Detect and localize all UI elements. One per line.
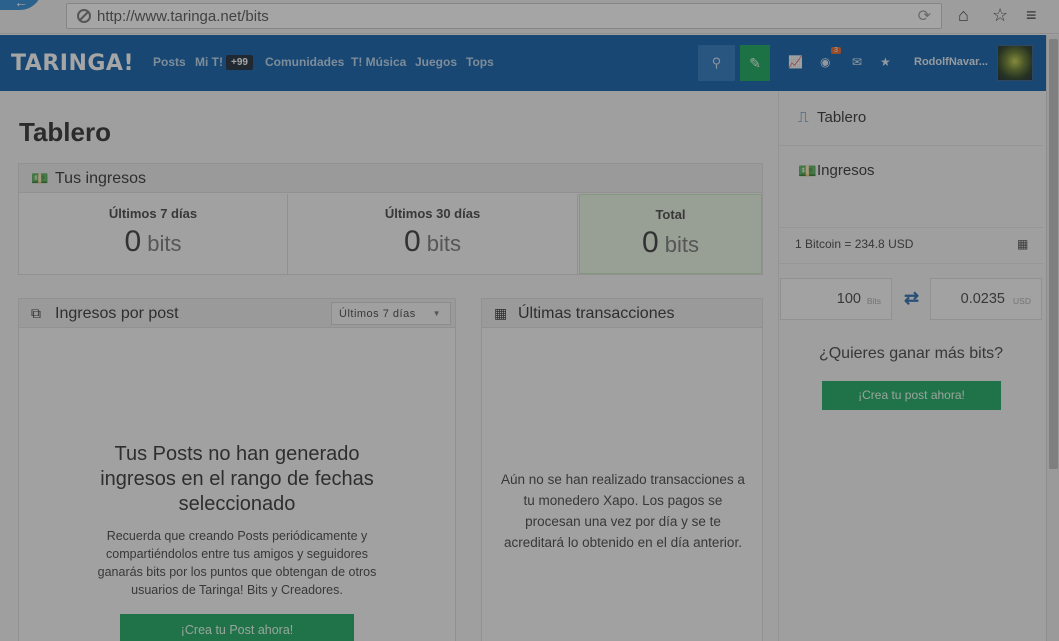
empty-state-title: Tus Posts no han generado ingresos en el… bbox=[100, 443, 374, 515]
range-select-value: Últimos 7 días bbox=[339, 308, 416, 320]
range-select[interactable]: Últimos 7 días ▼ bbox=[331, 302, 451, 325]
swap-icon[interactable]: ⇄ bbox=[904, 288, 919, 309]
earnings-label: Últimos 7 días bbox=[108, 206, 198, 221]
notifications-badge: 3 bbox=[831, 47, 841, 54]
scrollbar[interactable] bbox=[1046, 35, 1059, 641]
bits-unit: Bits bbox=[866, 296, 881, 306]
scrollbar-thumb[interactable] bbox=[1049, 39, 1058, 469]
earnings-label: Total bbox=[655, 207, 686, 222]
favorites-star-icon[interactable]: ★ bbox=[880, 55, 891, 69]
usd-value: 0.0235 bbox=[960, 291, 1005, 307]
nav-mi-t[interactable]: Mi T! bbox=[195, 55, 223, 69]
per-post-panel: ⧉ Ingresos por post Últimos 7 días ▼ Tus… bbox=[18, 298, 456, 641]
sidebar-item-label: Ingresos bbox=[817, 162, 875, 179]
username[interactable]: RodolfNavar... bbox=[914, 56, 988, 68]
transactions-title: Últimas transacciones bbox=[518, 305, 675, 322]
earnings-7d: Últimos 7 días 0 bits bbox=[19, 194, 288, 275]
bits-input[interactable]: 100 Bits bbox=[780, 278, 892, 320]
nav-posts[interactable]: Posts bbox=[153, 55, 186, 69]
search-button[interactable]: ⚲ bbox=[698, 45, 735, 81]
mit-badge: +99 bbox=[226, 55, 253, 70]
mail-icon[interactable]: ✉ bbox=[852, 55, 862, 69]
bitcoin-rate: 1 Bitcoin = 234.8 USD bbox=[795, 237, 914, 251]
chevron-down-icon: ▼ bbox=[432, 309, 441, 318]
earnings-label: Últimos 30 días bbox=[384, 206, 481, 221]
earnings-value: 0 bits bbox=[642, 226, 699, 259]
dashboard-icon: ⎍ bbox=[798, 109, 809, 126]
earnings-value: 0 bits bbox=[404, 225, 461, 258]
calendar-icon: ▦ bbox=[494, 305, 508, 321]
transactions-header: ▦ Últimas transacciones bbox=[482, 299, 762, 328]
earnings-30d: Últimos 30 días 0 bits bbox=[288, 194, 578, 275]
earnings-panel: 💵 Tus ingresos Últimos 7 días 0 bits Últi… bbox=[18, 163, 763, 275]
url-text: http://www.taringa.net/bits bbox=[97, 8, 269, 25]
page-title: Tablero bbox=[19, 117, 111, 147]
usd-input[interactable]: 0.0235 USD bbox=[930, 278, 1042, 320]
earnings-title: Tus ingresos bbox=[55, 170, 146, 187]
earnings-header: 💵 Tus ingresos bbox=[19, 164, 762, 193]
transactions-empty-text: Aún no se han realizado transacciones a … bbox=[501, 472, 745, 550]
cta-question: ¿Quieres ganar más bits? bbox=[818, 345, 1004, 362]
copy-icon: ⧉ bbox=[31, 305, 41, 321]
earnings-total: Total 0 bits bbox=[579, 194, 762, 274]
reload-icon[interactable]: ⟳ bbox=[918, 6, 931, 26]
transactions-panel: ▦ Últimas transacciones Aún no se han re… bbox=[481, 298, 763, 641]
earnings-value: 0 bits bbox=[124, 225, 182, 258]
money-icon: 💵 bbox=[798, 163, 817, 180]
address-bar[interactable]: http://www.taringa.net/bits ⟳ bbox=[66, 3, 942, 29]
divider bbox=[779, 227, 1043, 228]
divider bbox=[779, 263, 1043, 264]
sidebar-item-ingresos[interactable]: 💵 Ingresos bbox=[779, 162, 1045, 186]
eye-icon[interactable]: ◉ bbox=[820, 55, 830, 69]
back-arrow-icon: ← bbox=[14, 0, 28, 10]
new-post-button[interactable]: ✎ bbox=[740, 45, 770, 81]
create-post-button[interactable]: ¡Crea tu Post ahora! bbox=[120, 614, 354, 641]
globe-icon bbox=[77, 9, 91, 23]
search-icon: ⚲ bbox=[711, 55, 722, 70]
bookmark-star-icon[interactable]: ☆ bbox=[992, 5, 1008, 26]
menu-icon[interactable]: ≡ bbox=[1026, 5, 1037, 26]
nav-musica[interactable]: T! Música bbox=[351, 55, 406, 69]
per-post-header: ⧉ Ingresos por post Últimos 7 días ▼ bbox=[19, 299, 455, 328]
empty-state-text: Recuerda que creando Posts periódicament… bbox=[97, 529, 377, 597]
home-icon[interactable]: ⌂ bbox=[958, 5, 969, 26]
bits-value: 100 bbox=[836, 291, 861, 307]
usd-unit: USD bbox=[1013, 296, 1031, 306]
sidebar-item-tablero[interactable]: ⎍ Tablero bbox=[779, 109, 1045, 133]
nav-comunidades[interactable]: Comunidades bbox=[265, 55, 344, 69]
stats-icon[interactable]: 📈 bbox=[788, 55, 803, 69]
per-post-title: Ingresos por post bbox=[55, 305, 179, 322]
sidebar: ⎍ Tablero 💵 Ingresos 1 Bitcoin = 234.8 U… bbox=[778, 91, 1046, 641]
site-logo[interactable]: TARINGA! bbox=[11, 51, 134, 76]
calculator-icon[interactable]: ▦ bbox=[1017, 237, 1028, 251]
sidebar-item-label: Tablero bbox=[817, 109, 867, 126]
browser-toolbar: ← http://www.taringa.net/bits ⟳ ⌂ ☆ ≡ bbox=[0, 0, 1059, 34]
money-icon: 💵 bbox=[31, 170, 49, 186]
site-header: TARINGA! Posts Mi T! +99 Comunidades T! … bbox=[0, 35, 1046, 91]
back-button[interactable]: ← bbox=[0, 0, 42, 10]
edit-icon: ✎ bbox=[749, 55, 761, 71]
avatar[interactable] bbox=[997, 45, 1033, 81]
nav-juegos[interactable]: Juegos bbox=[415, 55, 457, 69]
divider bbox=[779, 145, 1043, 146]
sidebar-create-post-button[interactable]: ¡Crea tu post ahora! bbox=[822, 381, 1001, 410]
nav-tops[interactable]: Tops bbox=[466, 55, 494, 69]
